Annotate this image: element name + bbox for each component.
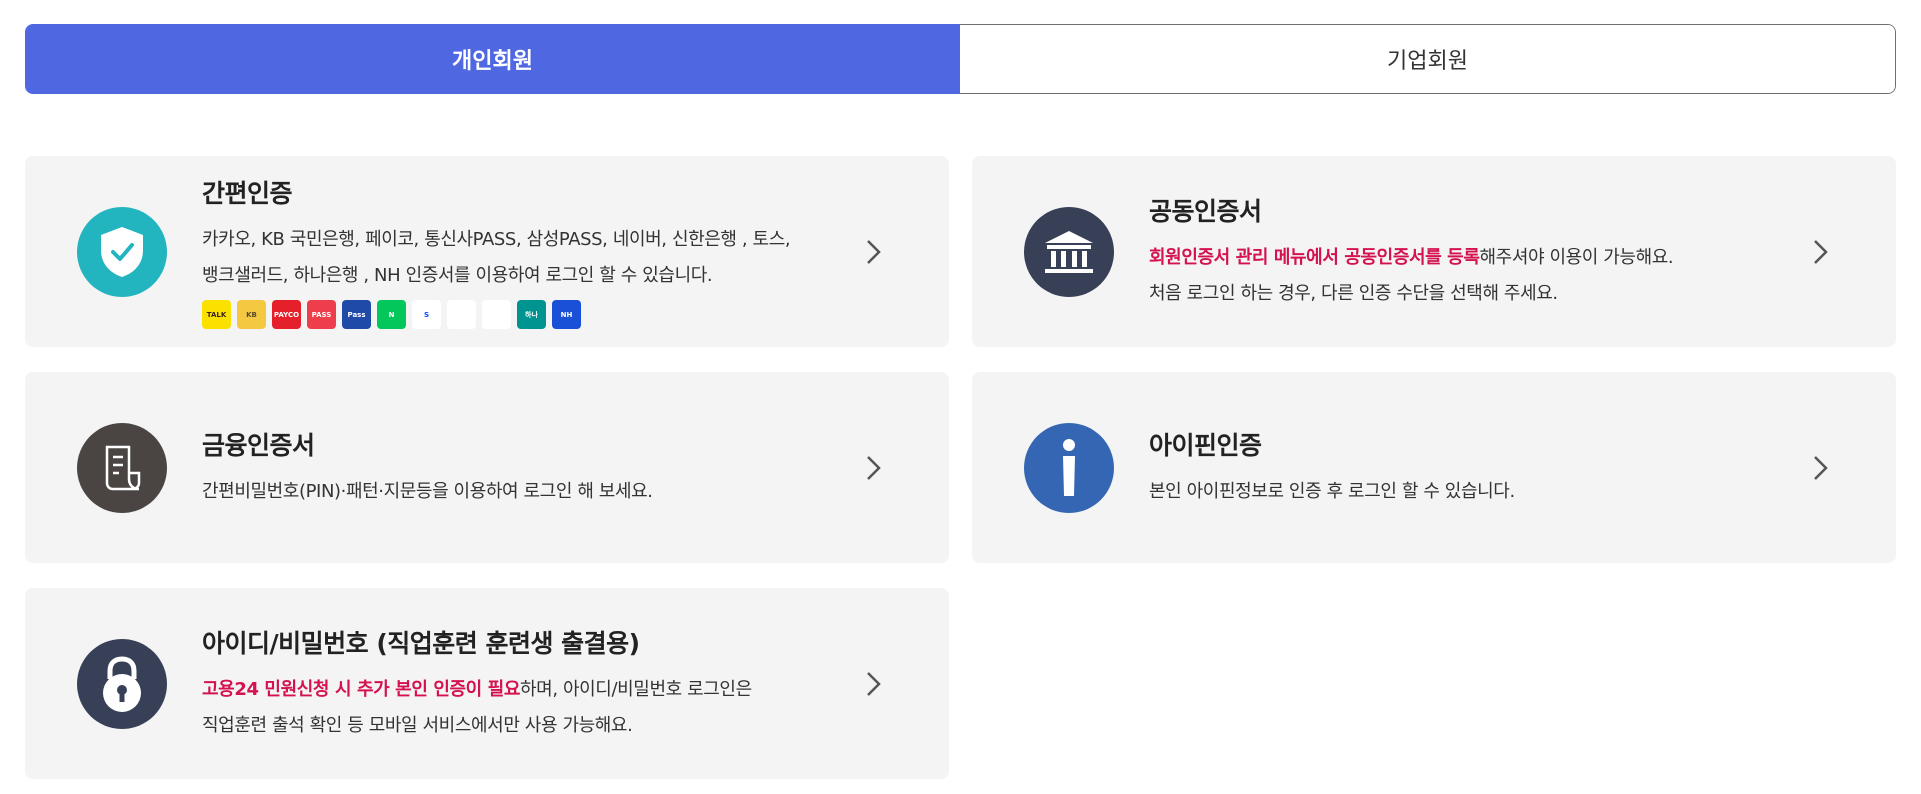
simple-auth-desc-line1: 카카오, KB 국민은행, 페이코, 통신사PASS, 삼성PASS, 네이버,… bbox=[202, 229, 791, 250]
financial-cert-desc: 간편비밀번호(PIN)·패턴·지문등을 이용하여 로그인 해 보세요. bbox=[202, 480, 653, 502]
tab-corporate-member[interactable]: 기업회원 bbox=[960, 24, 1896, 94]
tab-individual-member[interactable]: 개인회원 bbox=[25, 24, 960, 94]
shield-check-icon bbox=[77, 206, 167, 297]
id-password-title: 아이디/비밀번호 (직업훈련 훈련생 출결용) bbox=[202, 628, 640, 658]
samsung-pass-logo: Pass bbox=[342, 300, 371, 329]
chevron-right-icon bbox=[1814, 455, 1828, 480]
simple-auth-card[interactable]: 간편인증 카카오, KB 국민은행, 페이코, 통신사PASS, 삼성PASS,… bbox=[25, 156, 949, 347]
shinhan-logo: S bbox=[412, 300, 441, 329]
financial-cert-card[interactable]: 금융인증서 간편비밀번호(PIN)·패턴·지문등을 이용하여 로그인 해 보세요… bbox=[25, 372, 949, 563]
payco-logo: PAYCO bbox=[272, 300, 301, 329]
lock-icon bbox=[77, 638, 167, 729]
joint-cert-highlight: 회원인증서 관리 메뉴에서 공동인증서를 등록 bbox=[1149, 246, 1480, 268]
provider-logos: TALK KB PAYCO PASS Pass N S 하나 NH bbox=[202, 300, 829, 329]
info-icon bbox=[1024, 422, 1114, 513]
id-password-highlight: 고용24 민원신청 시 추가 본인 인증이 필요 bbox=[202, 678, 521, 700]
ipin-title: 아이핀인증 bbox=[1149, 430, 1262, 460]
pass-logo: PASS bbox=[307, 300, 336, 329]
joint-cert-card[interactable]: 공동인증서 회원인증서 관리 메뉴에서 공동인증서를 등록해주셔야 이용이 가능… bbox=[972, 156, 1896, 347]
toss-logo bbox=[447, 300, 476, 329]
simple-auth-desc-line2: 뱅크샐러드, 하나은행 , NH 인증서를 이용하여 로그인 할 수 있습니다. bbox=[202, 265, 713, 286]
chevron-right-icon bbox=[867, 455, 881, 480]
id-password-desc-rest: 하며, 아이디/비밀번호 로그인은 bbox=[520, 678, 752, 700]
joint-cert-desc: 회원인증서 관리 메뉴에서 공동인증서를 등록해주셔야 이용이 가능해요. 처음… bbox=[1149, 240, 1776, 312]
id-password-desc-line2: 직업훈련 출석 확인 등 모바일 서비스에서만 사용 가능해요. bbox=[202, 714, 633, 736]
nh-logo: NH bbox=[552, 300, 581, 329]
document-icon bbox=[77, 422, 167, 513]
chevron-right-icon bbox=[1814, 239, 1828, 264]
kb-logo: KB bbox=[237, 300, 266, 329]
ipin-card[interactable]: 아이핀인증 본인 아이핀정보로 인증 후 로그인 할 수 있습니다. bbox=[972, 372, 1896, 563]
banksalad-logo bbox=[482, 300, 511, 329]
joint-cert-desc-line2: 처음 로그인 하는 경우, 다른 인증 수단을 선택해 주세요. bbox=[1149, 282, 1558, 304]
member-type-tabs: 개인회원 기업회원 bbox=[25, 24, 1896, 94]
chevron-right-icon bbox=[867, 671, 881, 696]
simple-auth-title: 간편인증 bbox=[202, 179, 293, 208]
ipin-desc: 본인 아이핀정보로 인증 후 로그인 할 수 있습니다. bbox=[1149, 480, 1515, 502]
joint-cert-content: 공동인증서 회원인증서 관리 메뉴에서 공동인증서를 등록해주셔야 이용이 가능… bbox=[1149, 156, 1776, 347]
joint-cert-desc-line1: 회원인증서 관리 메뉴에서 공동인증서를 등록해주셔야 이용이 가능해요. bbox=[1149, 240, 1776, 276]
id-password-desc-line1: 고용24 민원신청 시 추가 본인 인증이 필요하며, 아이디/비밀번호 로그인… bbox=[202, 672, 829, 708]
financial-cert-content: 금융인증서 간편비밀번호(PIN)·패턴·지문등을 이용하여 로그인 해 보세요… bbox=[202, 372, 829, 563]
financial-cert-title: 금융인증서 bbox=[202, 430, 315, 460]
hana-logo: 하나 bbox=[517, 300, 546, 329]
id-password-content: 아이디/비밀번호 (직업훈련 훈련생 출결용) 고용24 민원신청 시 추가 본… bbox=[202, 588, 829, 779]
ipin-content: 아이핀인증 본인 아이핀정보로 인증 후 로그인 할 수 있습니다. bbox=[1149, 372, 1776, 563]
simple-auth-content: 간편인증 카카오, KB 국민은행, 페이코, 통신사PASS, 삼성PASS,… bbox=[202, 156, 829, 347]
simple-auth-desc: 카카오, KB 국민은행, 페이코, 통신사PASS, 삼성PASS, 네이버,… bbox=[202, 222, 829, 294]
chevron-right-icon bbox=[867, 239, 881, 264]
id-password-card[interactable]: 아이디/비밀번호 (직업훈련 훈련생 출결용) 고용24 민원신청 시 추가 본… bbox=[25, 588, 949, 779]
bank-icon bbox=[1024, 206, 1114, 297]
naver-logo: N bbox=[377, 300, 406, 329]
id-password-desc: 고용24 민원신청 시 추가 본인 인증이 필요하며, 아이디/비밀번호 로그인… bbox=[202, 672, 829, 744]
joint-cert-desc-rest: 해주셔야 이용이 가능해요. bbox=[1479, 246, 1674, 268]
kakao-logo: TALK bbox=[202, 300, 231, 329]
joint-cert-title: 공동인증서 bbox=[1149, 196, 1262, 226]
